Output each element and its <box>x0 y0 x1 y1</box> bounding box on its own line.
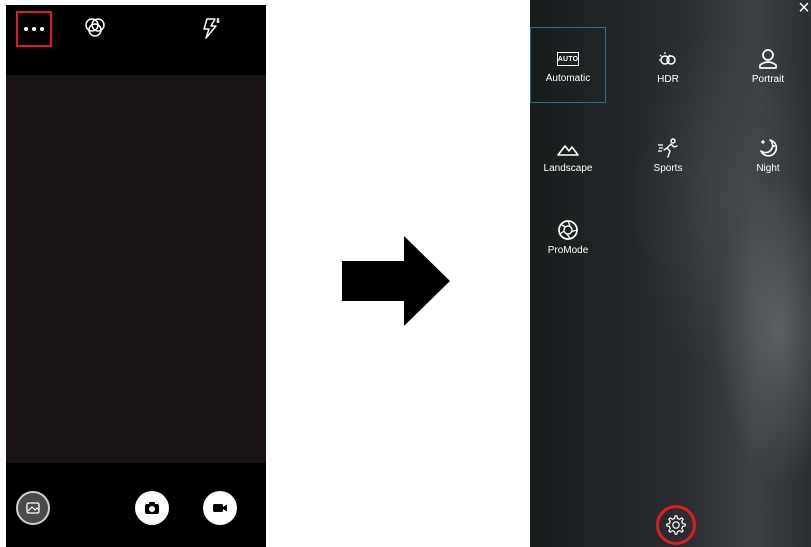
filter-circles-icon <box>85 18 105 37</box>
mode-night[interactable]: Night <box>730 116 806 192</box>
mode-label: Automatic <box>545 73 591 84</box>
camera-icon <box>145 502 159 514</box>
gallery-icon <box>26 502 40 514</box>
mode-promode[interactable]: ProMode <box>530 198 606 274</box>
mode-landscape[interactable]: Landscape <box>530 116 606 192</box>
mode-label: Night <box>756 163 780 174</box>
gear-icon <box>666 515 686 535</box>
camera-mode-menu: × AUTO Automatic HDR Portrait Landscape <box>530 0 811 547</box>
camera-screen-before <box>6 5 266 547</box>
camera-bottom-bar <box>6 463 266 547</box>
mode-automatic[interactable]: AUTO Automatic <box>530 27 606 103</box>
camera-top-bar <box>6 5 266 75</box>
aperture-icon <box>558 220 578 240</box>
flash-button[interactable] <box>198 15 224 41</box>
sports-icon <box>658 138 678 158</box>
more-options-button[interactable] <box>16 11 52 47</box>
video-record-button[interactable] <box>203 491 237 525</box>
hdr-icon <box>659 52 676 65</box>
auto-icon: AUTO <box>557 52 579 66</box>
mode-portrait[interactable]: Portrait <box>730 27 806 103</box>
mode-label: HDR <box>657 74 679 85</box>
settings-button[interactable] <box>656 505 696 545</box>
mode-label: ProMode <box>547 245 589 256</box>
shutter-button[interactable] <box>135 491 169 525</box>
filter-button[interactable] <box>82 15 108 41</box>
portrait-icon <box>759 49 777 69</box>
gallery-button[interactable] <box>16 491 50 525</box>
mode-label: Landscape <box>543 163 593 174</box>
mode-sports[interactable]: Sports <box>630 116 706 192</box>
mode-hdr[interactable]: HDR <box>630 27 706 103</box>
flash-auto-icon <box>203 17 220 39</box>
auto-badge-text: AUTO <box>557 55 579 63</box>
night-icon <box>760 139 778 157</box>
video-camera-icon <box>213 504 227 512</box>
right-arrow-icon <box>342 236 450 326</box>
more-dots-icon <box>24 27 44 31</box>
camera-viewfinder[interactable] <box>6 75 266 463</box>
landscape-icon <box>557 145 579 156</box>
close-button[interactable]: × <box>794 0 811 18</box>
mode-label: Sports <box>653 163 683 174</box>
mode-label: Portrait <box>751 74 785 85</box>
